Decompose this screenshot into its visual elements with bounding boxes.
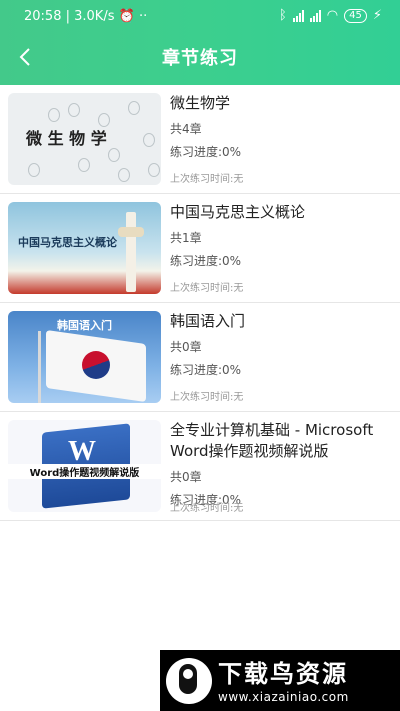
- network-speed: 3.0K/s: [74, 9, 115, 24]
- thumbnail-label: 韩国语入门: [57, 319, 112, 332]
- list-item[interactable]: W Word操作题视频解说版 全专业计算机基础 - Microsoft Word…: [0, 412, 400, 521]
- watermark-title: 下载鸟资源: [218, 660, 348, 688]
- practice-progress: 练习进度:0%: [170, 254, 242, 268]
- course-info: 中国马克思主义概论 共1章 练习进度:0%: [170, 202, 392, 269]
- course-thumbnail: W Word操作题视频解说版: [8, 420, 161, 512]
- wifi-icon: ◠: [326, 8, 339, 23]
- chapter-count: 共0章: [170, 470, 202, 484]
- watermark-url: www.xiazainiao.com: [218, 690, 349, 704]
- course-thumbnail: 微 生 物 学: [8, 93, 161, 185]
- list-item[interactable]: 微 生 物 学 微生物学 共4章 练习进度:0% 上次练习时间:无: [0, 85, 400, 194]
- bluetooth-icon: ᛒ: [278, 8, 287, 23]
- thumbnail-label: 中国马克思主义概论: [18, 236, 117, 249]
- more-indicator: ··: [138, 9, 148, 24]
- chapter-count: 共4章: [170, 122, 202, 136]
- status-divider: |: [65, 9, 75, 24]
- watermark-logo-icon: [166, 658, 212, 704]
- list-item[interactable]: 韩国语入门 韩国语入门 共0章 练习进度:0% 上次练习时间:无: [0, 303, 400, 412]
- battery-icon: 45: [344, 8, 367, 23]
- thumbnail-label: 微 生 物 学: [26, 129, 107, 148]
- status-left: 20:58 | 3.0K/s ⏰ ··: [24, 9, 147, 24]
- course-list: 微 生 物 学 微生物学 共4章 练习进度:0% 上次练习时间:无 中国马克思主…: [0, 85, 400, 521]
- thumbnail-label: Word操作题视频解说版: [8, 464, 161, 479]
- course-info: 韩国语入门 共0章 练习进度:0%: [170, 311, 392, 378]
- title-bar: 章节练习: [0, 34, 400, 80]
- last-practice-time: 上次练习时间:无: [170, 392, 244, 403]
- practice-progress: 练习进度:0%: [170, 363, 242, 377]
- status-time: 20:58: [24, 9, 62, 24]
- course-title: 全专业计算机基础 - Microsoft Word操作题视频解说版: [170, 421, 374, 460]
- status-right: ᛒ ◠ 45 ⚡: [279, 8, 382, 23]
- last-practice-time: 上次练习时间:无: [170, 283, 244, 294]
- course-thumbnail: 中国马克思主义概论: [8, 202, 161, 294]
- status-bar: 20:58 | 3.0K/s ⏰ ·· ᛒ ◠ 45 ⚡: [0, 0, 400, 34]
- app-header: 20:58 | 3.0K/s ⏰ ·· ᛒ ◠ 45 ⚡ 章节练习: [0, 0, 400, 85]
- last-practice-time: 上次练习时间:无: [170, 503, 244, 514]
- page-title: 章节练习: [162, 48, 238, 69]
- practice-progress: 练习进度:0%: [170, 145, 242, 159]
- signal-icon: [292, 9, 304, 22]
- charging-icon: ⚡: [372, 8, 382, 23]
- course-title: 韩国语入门: [170, 312, 246, 330]
- list-item[interactable]: 中国马克思主义概论 中国马克思主义概论 共1章 练习进度:0% 上次练习时间:无: [0, 194, 400, 303]
- flagpole: [38, 331, 41, 403]
- chapter-count: 共0章: [170, 340, 202, 354]
- course-thumbnail: 韩国语入门: [8, 311, 161, 403]
- course-title: 微生物学: [170, 94, 231, 112]
- course-info: 微生物学 共4章 练习进度:0%: [170, 93, 392, 160]
- signal-icon-2: [309, 9, 321, 22]
- last-practice-time: 上次练习时间:无: [170, 174, 244, 185]
- monument-shape: [126, 212, 136, 292]
- alarm-off-icon: ⏰: [118, 9, 139, 24]
- taegeuk-symbol: [82, 351, 110, 379]
- course-title: 中国马克思主义概论: [170, 203, 306, 221]
- watermark-banner: 下载鸟资源 www.xiazainiao.com: [160, 650, 400, 711]
- chapter-count: 共1章: [170, 231, 202, 245]
- course-info: 全专业计算机基础 - Microsoft Word操作题视频解说版 共0章 练习…: [170, 420, 392, 508]
